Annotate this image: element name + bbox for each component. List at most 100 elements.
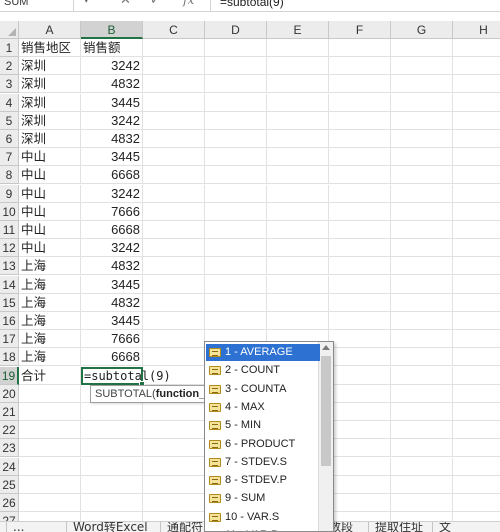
- cell-h7[interactable]: [453, 148, 500, 167]
- enter-check-icon[interactable]: ✓: [150, 0, 161, 9]
- autocomplete-item[interactable]: 3 - COUNTA: [206, 381, 320, 398]
- cell-e9[interactable]: [267, 184, 329, 203]
- cell-d11[interactable]: [205, 221, 267, 239]
- cell-d7[interactable]: [205, 148, 267, 167]
- cell-b15[interactable]: 4832: [81, 293, 143, 312]
- cell-b16[interactable]: 3445: [81, 312, 143, 330]
- cell-g22[interactable]: [391, 421, 453, 440]
- cell-a21[interactable]: [19, 403, 81, 421]
- row-header-4[interactable]: 4: [0, 93, 19, 112]
- cell-e6[interactable]: [267, 130, 329, 148]
- cell-b12[interactable]: 3242: [81, 239, 143, 258]
- cell-a3[interactable]: 深圳: [19, 75, 81, 94]
- cell-c10[interactable]: [143, 202, 205, 221]
- cell-h3[interactable]: [453, 75, 500, 94]
- cell-f11[interactable]: [329, 221, 391, 239]
- row-header-13[interactable]: 13: [0, 257, 19, 276]
- cell-f5[interactable]: [329, 111, 391, 130]
- cell-g20[interactable]: [391, 384, 453, 403]
- cell-c7[interactable]: [143, 148, 205, 167]
- cell-a20[interactable]: [19, 384, 81, 403]
- function-argument-list[interactable]: 1 - AVERAGE 2 - COUNT 3 - COUNTA 4 - MAX 5 -…: [204, 341, 334, 532]
- cell-h17[interactable]: [453, 330, 500, 349]
- cell-a5[interactable]: 深圳: [19, 111, 81, 130]
- cell-a23[interactable]: [19, 439, 81, 458]
- cell-c14[interactable]: [143, 275, 205, 294]
- cell-b6[interactable]: 4832: [81, 130, 143, 148]
- cell-c9[interactable]: [143, 184, 205, 203]
- autocomplete-item[interactable]: 4 - MAX: [206, 399, 320, 416]
- cell-a16[interactable]: 上海: [19, 312, 81, 330]
- cell-f17[interactable]: [329, 330, 391, 349]
- autocomplete-item[interactable]: 1 - AVERAGE: [206, 344, 320, 361]
- cell-f7[interactable]: [329, 148, 391, 167]
- cell-c15[interactable]: [143, 293, 205, 312]
- cell-g9[interactable]: [391, 184, 453, 203]
- cell-g18[interactable]: [391, 348, 453, 367]
- cell-f12[interactable]: [329, 239, 391, 258]
- cell-c22[interactable]: [143, 421, 205, 440]
- cell-h18[interactable]: [453, 348, 500, 367]
- cell-a9[interactable]: 中山: [19, 184, 81, 203]
- cell-b21[interactable]: [81, 403, 143, 421]
- cell-d3[interactable]: [205, 75, 267, 94]
- autocomplete-item[interactable]: 10 - VAR.S: [206, 509, 320, 526]
- row-header-5[interactable]: 5: [0, 111, 19, 130]
- cell-h8[interactable]: [453, 166, 500, 185]
- cell-c6[interactable]: [143, 130, 205, 148]
- sheet-tab[interactable]: 通配符: [160, 522, 209, 532]
- row-header-17[interactable]: 17: [0, 330, 19, 349]
- cell-b11[interactable]: 6668: [81, 221, 143, 239]
- cell-f20[interactable]: [329, 384, 391, 403]
- cell-a6[interactable]: 深圳: [19, 130, 81, 148]
- cell-f6[interactable]: [329, 130, 391, 148]
- sheet-tab[interactable]: 提取住址: [368, 522, 429, 532]
- column-header-a[interactable]: A: [19, 21, 81, 39]
- cell-g15[interactable]: [391, 293, 453, 312]
- cell-h15[interactable]: [453, 293, 500, 312]
- row-header-14[interactable]: 14: [0, 275, 19, 294]
- cell-e4[interactable]: [267, 93, 329, 112]
- cell-a22[interactable]: [19, 421, 81, 440]
- cell-g24[interactable]: [391, 457, 453, 476]
- cell-a17[interactable]: 上海: [19, 330, 81, 349]
- cell-c21[interactable]: [143, 403, 205, 421]
- cell-e16[interactable]: [267, 312, 329, 330]
- cell-h2[interactable]: [453, 57, 500, 76]
- cell-f9[interactable]: [329, 184, 391, 203]
- cell-g7[interactable]: [391, 148, 453, 167]
- cell-f15[interactable]: [329, 293, 391, 312]
- cell-c3[interactable]: [143, 75, 205, 94]
- cell-e15[interactable]: [267, 293, 329, 312]
- cell-b17[interactable]: 7666: [81, 330, 143, 349]
- cell-h6[interactable]: [453, 130, 500, 148]
- row-header-6[interactable]: 6: [0, 130, 19, 148]
- cell-d1[interactable]: [205, 39, 267, 57]
- cell-e13[interactable]: [267, 257, 329, 276]
- cell-g13[interactable]: [391, 257, 453, 276]
- cell-a1[interactable]: 销售地区: [19, 39, 81, 57]
- cell-f10[interactable]: [329, 202, 391, 221]
- name-box[interactable]: SUM: [0, 0, 74, 11]
- cell-e1[interactable]: [267, 39, 329, 57]
- cell-e2[interactable]: [267, 57, 329, 76]
- autocomplete-item[interactable]: 9 - SUM: [206, 490, 320, 507]
- cell-a26[interactable]: [19, 494, 81, 512]
- row-header-23[interactable]: 23: [0, 439, 19, 458]
- column-header-b[interactable]: B: [81, 21, 143, 39]
- cell-f2[interactable]: [329, 57, 391, 76]
- cell-e10[interactable]: [267, 202, 329, 221]
- row-header-7[interactable]: 7: [0, 148, 19, 167]
- row-header-9[interactable]: 9: [0, 184, 19, 203]
- cell-g14[interactable]: [391, 275, 453, 294]
- cell-f22[interactable]: [329, 421, 391, 440]
- column-header-h[interactable]: H: [453, 21, 500, 39]
- cell-c26[interactable]: [143, 494, 205, 512]
- row-header-21[interactable]: 21: [0, 403, 19, 421]
- cell-f14[interactable]: [329, 275, 391, 294]
- cell-f26[interactable]: [329, 494, 391, 512]
- cell-h11[interactable]: [453, 221, 500, 239]
- sheet-tab[interactable]: Word转Excel: [66, 522, 154, 532]
- cell-b23[interactable]: [81, 439, 143, 458]
- cell-d5[interactable]: [205, 111, 267, 130]
